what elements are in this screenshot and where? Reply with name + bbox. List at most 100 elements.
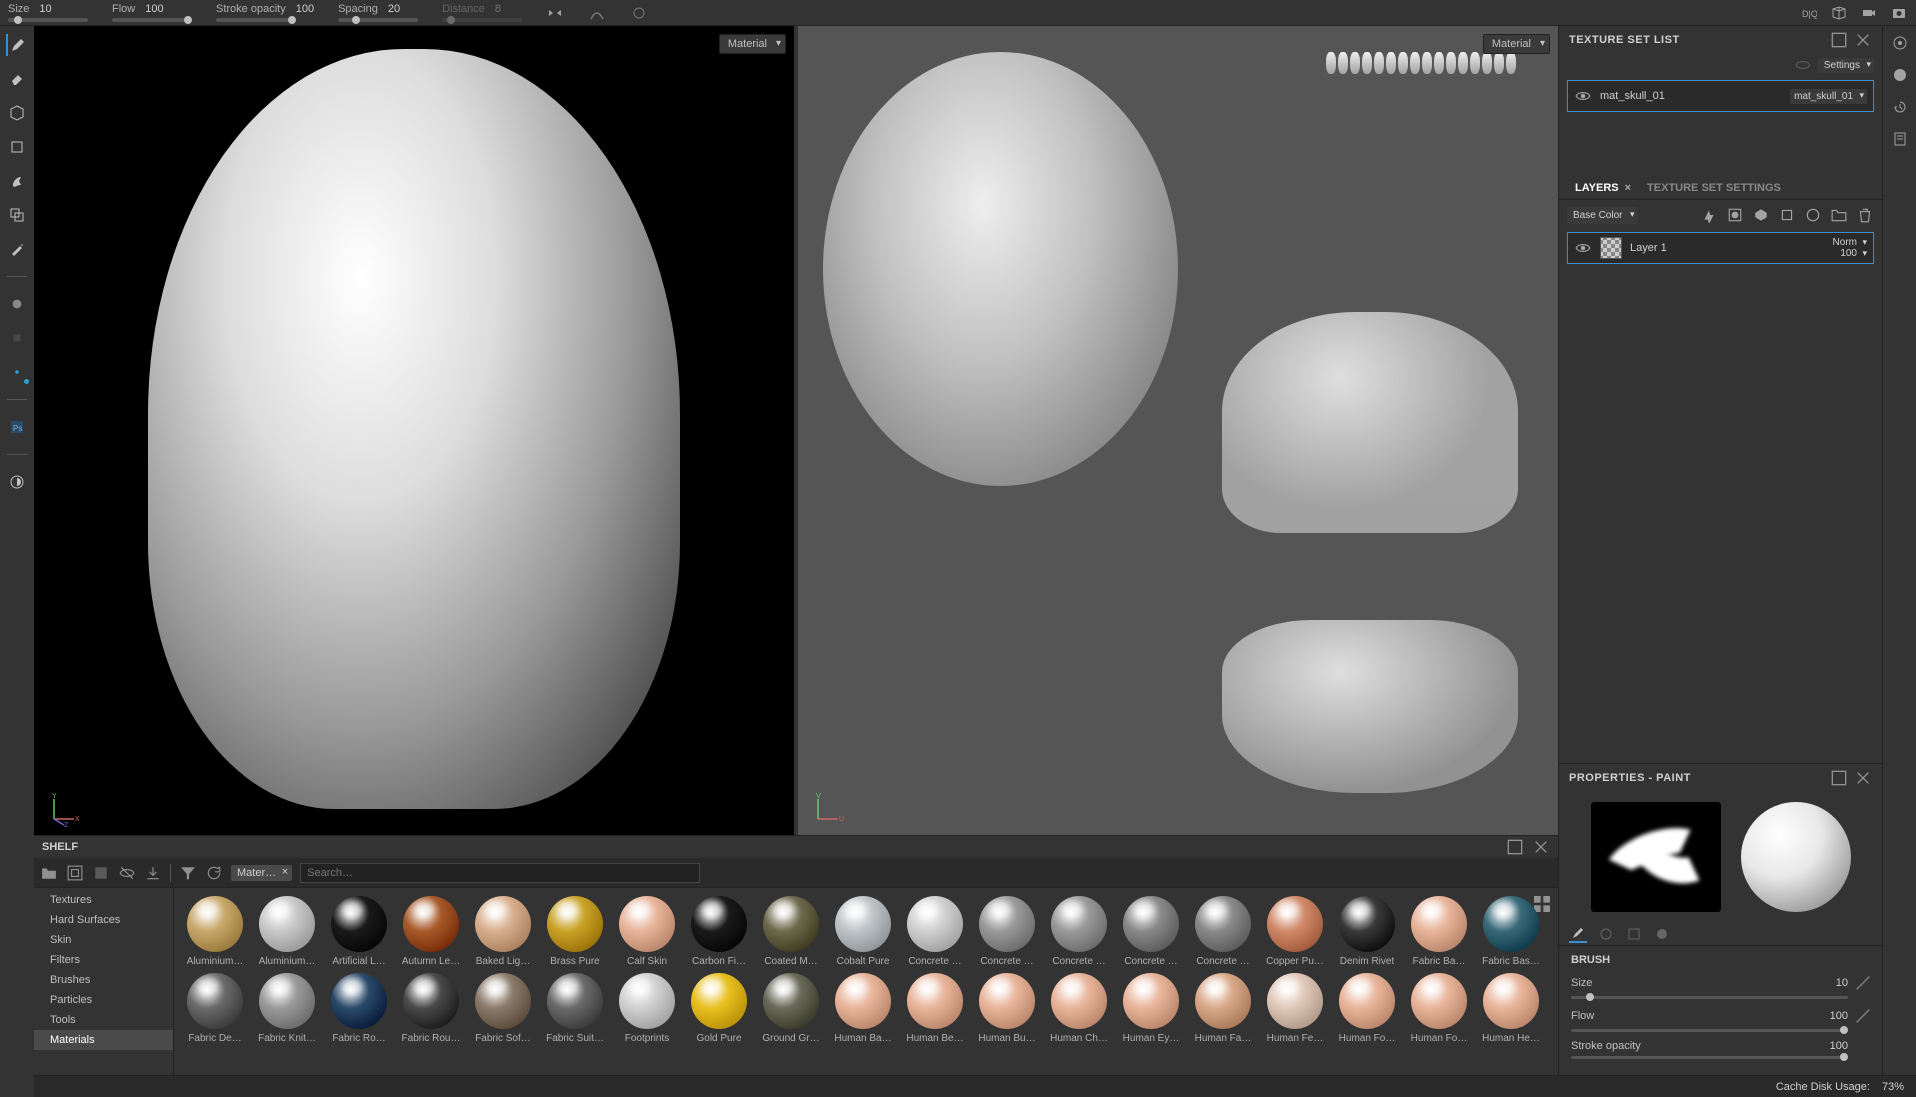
prop-tab-material[interactable] xyxy=(1653,925,1671,943)
shelf-category-item[interactable]: Materials xyxy=(34,1030,173,1050)
param-spacing[interactable]: Spacing 20 xyxy=(338,3,418,22)
material-item[interactable]: Human Fa… xyxy=(1190,973,1256,1044)
shelf-view-grid-icon[interactable] xyxy=(1534,896,1550,912)
shelf-undock-icon[interactable] xyxy=(1506,838,1524,856)
material-item[interactable]: Ground Gr… xyxy=(758,973,824,1044)
tab-layers[interactable]: LAYERS xyxy=(1567,178,1639,198)
material-item[interactable]: Fabric De… xyxy=(182,973,248,1044)
layer-blend-mode-dropdown[interactable]: Norm xyxy=(1833,237,1867,248)
texture-set-link-dropdown[interactable]: mat_skull_01 xyxy=(1790,89,1867,104)
material-item[interactable]: Aluminium… xyxy=(182,896,248,967)
texture-set-close-icon[interactable] xyxy=(1854,31,1872,49)
prop-flow-slider[interactable] xyxy=(1571,1029,1848,1032)
material-item[interactable]: Brass Pure xyxy=(542,896,608,967)
param-flow[interactable]: Flow 100 xyxy=(112,3,192,22)
shelf-hide-icon[interactable] xyxy=(118,864,136,882)
stroke-opacity-slider[interactable] xyxy=(216,18,296,22)
viewport-2d-mode-dropdown[interactable]: Material xyxy=(1483,34,1550,54)
material-item[interactable]: Fabric Suit… xyxy=(542,973,608,1044)
shelf-close-icon[interactable] xyxy=(1532,838,1550,856)
shelf-filter-icon[interactable] xyxy=(179,864,197,882)
shelf-category-item[interactable]: Hard Surfaces xyxy=(34,910,173,930)
material-item[interactable]: Baked Lig… xyxy=(470,896,536,967)
filter-chip-materials[interactable]: Mater… xyxy=(231,865,292,881)
material-item[interactable]: Fabric Knit… xyxy=(254,973,320,1044)
shelf-category-item[interactable]: Particles xyxy=(34,990,173,1010)
symmetry-icon[interactable] xyxy=(546,4,564,22)
shelf-category-item[interactable]: Tools xyxy=(34,1010,173,1030)
quick-mask-tool[interactable] xyxy=(6,293,28,315)
material-item[interactable]: Human Ba… xyxy=(830,973,896,1044)
polygon-fill-tool[interactable] xyxy=(6,136,28,158)
material-item[interactable]: Fabric Sof… xyxy=(470,973,536,1044)
material-item[interactable]: Human Fo… xyxy=(1334,973,1400,1044)
photoshop-export-icon[interactable]: Ps xyxy=(6,416,28,438)
pen-pressure-size-icon[interactable] xyxy=(1854,974,1872,992)
texture-set-item[interactable]: mat_skull_01 mat_skull_01 xyxy=(1567,80,1874,112)
eye-icon[interactable] xyxy=(1574,87,1592,105)
properties-undock-icon[interactable] xyxy=(1830,769,1848,787)
shelf-subshelf-icon[interactable] xyxy=(66,864,84,882)
material-picker-tool[interactable] xyxy=(6,238,28,260)
screenshot-icon[interactable] xyxy=(1890,4,1908,22)
shelf-folder-icon[interactable] xyxy=(40,864,58,882)
prop-tab-stencil[interactable] xyxy=(1625,925,1643,943)
material-item[interactable]: Copper Pu… xyxy=(1262,896,1328,967)
param-size[interactable]: Size 10 xyxy=(8,3,88,22)
shelf-category-item[interactable]: Filters xyxy=(34,950,173,970)
pen-pressure-flow-icon[interactable] xyxy=(1854,1007,1872,1025)
material-item[interactable]: Autumn Le… xyxy=(398,896,464,967)
effect-icon[interactable] xyxy=(1700,206,1718,224)
material-item[interactable]: Concrete … xyxy=(902,896,968,967)
viewport-2d[interactable]: Material VU xyxy=(798,26,1558,835)
perspective-icon[interactable] xyxy=(1830,4,1848,22)
material-item[interactable]: Gold Pure xyxy=(686,973,752,1044)
texture-set-undock-icon[interactable] xyxy=(1830,31,1848,49)
tab-texture-set-settings[interactable]: TEXTURE SET SETTINGS xyxy=(1639,178,1789,198)
spacing-slider[interactable] xyxy=(338,18,418,22)
baking-tool[interactable] xyxy=(6,361,28,383)
layer-opacity-dropdown[interactable]: 100 xyxy=(1840,248,1867,259)
material-item[interactable]: Artificial L… xyxy=(326,896,392,967)
eraser-tool[interactable] xyxy=(6,68,28,90)
axis-gizmo-2d[interactable]: VU xyxy=(810,791,846,827)
iray-icon[interactable] xyxy=(6,471,28,493)
material-item[interactable]: Concrete … xyxy=(974,896,1040,967)
prop-size-slider[interactable] xyxy=(1571,996,1848,999)
shelf-category-item[interactable]: Brushes xyxy=(34,970,173,990)
projection-tool[interactable] xyxy=(6,102,28,124)
prop-stroke-opacity-slider[interactable] xyxy=(1571,1056,1848,1059)
material-item[interactable]: Fabric Ba… xyxy=(1406,896,1472,967)
delete-layer-icon[interactable] xyxy=(1856,206,1874,224)
material-item[interactable]: Carbon Fi… xyxy=(686,896,752,967)
material-item[interactable]: Concrete … xyxy=(1046,896,1112,967)
properties-close-icon[interactable] xyxy=(1854,769,1872,787)
size-slider[interactable] xyxy=(8,18,88,22)
viewport-3d-mode-dropdown[interactable]: Material xyxy=(719,34,786,54)
material-item[interactable]: Concrete … xyxy=(1118,896,1184,967)
material-item[interactable]: Concrete … xyxy=(1190,896,1256,967)
paint-tool[interactable] xyxy=(6,34,28,56)
material-item[interactable]: Calf Skin xyxy=(614,896,680,967)
flow-slider[interactable] xyxy=(112,18,192,22)
eye-icon[interactable] xyxy=(1574,239,1592,257)
clone-tool[interactable] xyxy=(6,204,28,226)
viewport-3d[interactable]: Material YXZ xyxy=(34,26,794,835)
layer-name[interactable]: Layer 1 xyxy=(1630,242,1667,254)
material-item[interactable]: Denim Rivet xyxy=(1334,896,1400,967)
log-icon[interactable] xyxy=(1891,130,1909,148)
material-item[interactable]: Aluminium… xyxy=(254,896,320,967)
material-item[interactable]: Human Fe… xyxy=(1262,973,1328,1044)
material-item[interactable]: Human He… xyxy=(1478,973,1544,1044)
channel-dropdown[interactable]: Base Color xyxy=(1567,207,1638,224)
history-icon[interactable] xyxy=(1891,98,1909,116)
material-item[interactable]: Fabric Rou… xyxy=(398,973,464,1044)
add-fill-layer-icon[interactable] xyxy=(1752,206,1770,224)
material-item[interactable]: Human Bu… xyxy=(974,973,1040,1044)
camera-icon[interactable] xyxy=(1860,4,1878,22)
material-item[interactable]: Cobalt Pure xyxy=(830,896,896,967)
add-folder-icon[interactable] xyxy=(1830,206,1848,224)
shelf-import-icon[interactable] xyxy=(144,864,162,882)
smudge-tool[interactable] xyxy=(6,170,28,192)
material-item[interactable]: Fabric Ro… xyxy=(326,973,392,1044)
